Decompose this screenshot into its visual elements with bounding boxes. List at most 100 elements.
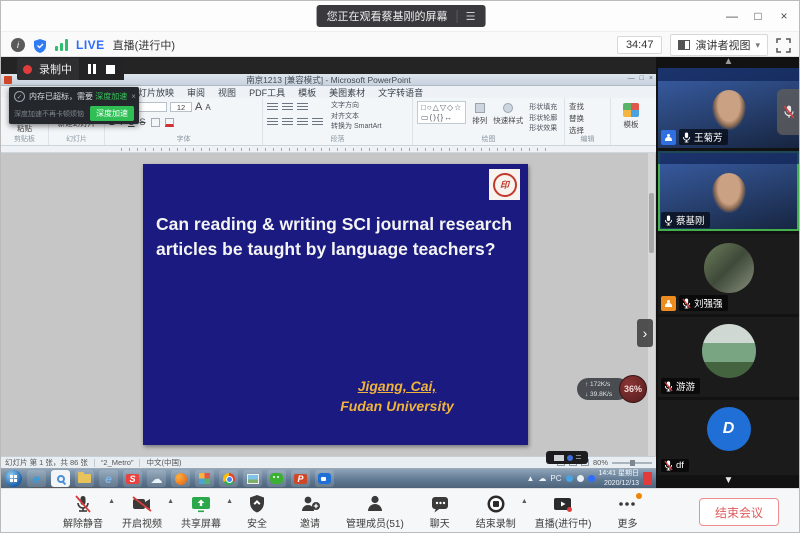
tray-pc-label[interactable]: PC xyxy=(550,474,561,483)
taskbar-folder-icon[interactable] xyxy=(75,470,94,487)
template-button[interactable]: 模板 xyxy=(615,101,647,130)
participant-tile-active-speaker[interactable]: 蔡基刚 xyxy=(658,151,799,231)
end-meeting-button[interactable]: 结束会议 xyxy=(699,498,779,526)
shapes-gallery[interactable]: □○△▽◇☆ ▭(){}↔ xyxy=(417,101,466,124)
ppt-close-button[interactable]: × xyxy=(649,75,653,82)
text-direction-button[interactable]: 文字方向 xyxy=(331,101,382,112)
video-options-caret[interactable]: ▲ xyxy=(167,498,174,505)
participant-tile[interactable]: 游游 xyxy=(658,317,799,397)
pause-recording-button[interactable] xyxy=(88,64,96,74)
stop-recording-button[interactable]: 结束录制 ▲ xyxy=(476,493,516,530)
speed-monitor-widget[interactable]: ↑ 172K/s ↓ 39.8K/s 36% xyxy=(577,375,649,405)
font-size-select[interactable]: 12 xyxy=(170,102,192,112)
taskbar-cloud-icon[interactable]: ☁ xyxy=(147,470,166,487)
zoom-slider[interactable] xyxy=(612,462,652,464)
shape-outline-button[interactable]: 形状轮廓 xyxy=(529,114,557,125)
taskbar-firefox-icon[interactable] xyxy=(171,470,190,487)
maximize-button[interactable]: □ xyxy=(745,1,771,31)
ppt-maximize-button[interactable]: □ xyxy=(640,75,644,82)
start-button[interactable] xyxy=(5,470,22,487)
taskbar-meeting-icon[interactable] xyxy=(315,470,334,487)
tray-calendar-badge-icon[interactable] xyxy=(643,472,652,485)
scroll-down-button[interactable]: ▼ xyxy=(656,476,800,486)
security-button[interactable]: 安全 xyxy=(240,493,274,530)
taskbar-tiles-icon[interactable] xyxy=(195,470,214,487)
justify-icon[interactable] xyxy=(312,118,323,127)
shape-effects-button[interactable]: 形状效果 xyxy=(529,124,557,135)
recording-dot-icon xyxy=(23,65,32,74)
info-icon[interactable]: i xyxy=(11,38,25,52)
minimize-button[interactable]: — xyxy=(719,1,745,31)
unmute-button[interactable]: 解除静音 ▲ xyxy=(63,493,103,530)
participant-tile[interactable]: D df xyxy=(658,400,799,475)
reaction-quickbar[interactable]: ☺ ‹ xyxy=(21,487,109,488)
chat-button[interactable]: 聊天 xyxy=(423,493,457,530)
accelerate-button[interactable]: 深度加速 xyxy=(90,106,134,121)
font-color-button[interactable] xyxy=(165,118,174,127)
hamburger-icon[interactable]: ☰ xyxy=(457,10,476,23)
acceleration-ball[interactable]: 36% xyxy=(619,375,647,403)
close-button[interactable]: × xyxy=(771,1,797,31)
invite-button[interactable]: 邀请 xyxy=(293,493,327,530)
expand-panel-button[interactable]: › xyxy=(637,319,653,347)
smartart-button[interactable]: 转换为 SmartArt xyxy=(331,122,382,133)
align-text-button[interactable]: 对齐文本 xyxy=(331,112,382,123)
align-center-icon[interactable] xyxy=(282,118,293,127)
start-video-button[interactable]: 开启视频 ▲ xyxy=(122,493,162,530)
replace-button[interactable]: 替换 xyxy=(569,113,606,125)
participant-tile[interactable]: 刘强强 xyxy=(658,234,799,314)
taskbar-wechat-icon[interactable] xyxy=(267,470,286,487)
shape-fill-button[interactable]: 形状填充 xyxy=(529,103,557,114)
tray-clock[interactable]: 14:41 星期日 2020/12/13 xyxy=(599,469,639,487)
recording-options-caret[interactable]: ▲ xyxy=(521,498,528,505)
align-right-icon[interactable] xyxy=(297,118,308,127)
arrange-button[interactable]: 排列 xyxy=(472,101,487,126)
language-indicator[interactable]: 中文(中国) xyxy=(146,457,181,468)
grow-font-button[interactable]: A xyxy=(195,101,202,113)
accelerate-link[interactable]: 深度加速 xyxy=(95,92,127,101)
share-options-caret[interactable]: ▲ xyxy=(226,498,233,505)
taskbar-chrome-icon[interactable] xyxy=(219,470,238,487)
align-left-icon[interactable] xyxy=(267,118,278,127)
menu-assets[interactable]: 美图素材 xyxy=(329,86,365,99)
taskbar-photos-icon[interactable] xyxy=(243,470,262,487)
quick-styles-button[interactable]: 快速样式 xyxy=(493,101,523,126)
canvas-scrollbar[interactable] xyxy=(648,153,655,456)
menu-review[interactable]: 审阅 xyxy=(187,86,205,99)
ppt-minimize-button[interactable]: — xyxy=(628,75,635,82)
more-button[interactable]: 更多 xyxy=(610,493,644,530)
taskbar-browser-icon[interactable]: e xyxy=(99,470,118,487)
menu-template[interactable]: 模板 xyxy=(298,86,316,99)
view-mode-button[interactable]: 演讲者视图 ▾ xyxy=(670,34,768,56)
floating-mic-handle[interactable] xyxy=(777,89,800,135)
taskbar-sogou-icon[interactable]: S xyxy=(123,470,142,487)
tray-cloud-icon[interactable]: ☁ xyxy=(538,474,546,483)
mic-options-caret[interactable]: ▲ xyxy=(108,498,115,505)
live-streaming-button[interactable]: 直播(进行中) xyxy=(535,493,592,530)
tray-expand-icon[interactable]: ▲ xyxy=(526,474,534,483)
menu-view[interactable]: 视图 xyxy=(218,86,236,99)
menu-tts[interactable]: 文字转语音 xyxy=(378,86,423,99)
manage-members-button[interactable]: 管理成员(51) xyxy=(346,493,404,530)
find-button[interactable]: 查找 xyxy=(569,101,606,113)
tray-ime-icon[interactable] xyxy=(588,475,595,482)
taskbar-search-icon[interactable] xyxy=(51,470,70,487)
tray-app-icon[interactable] xyxy=(566,475,573,482)
taskbar-powerpoint-icon[interactable]: P xyxy=(291,470,310,487)
share-screen-button[interactable]: 共享屏幕 ▲ xyxy=(181,493,221,530)
presenter-remote-widget[interactable] xyxy=(546,451,588,464)
text-shadow-button[interactable] xyxy=(151,118,160,127)
watching-banner[interactable]: 您正在观看蔡基刚的屏幕 ☰ xyxy=(317,5,486,27)
stop-recording-button[interactable] xyxy=(106,65,115,74)
indent-icon[interactable] xyxy=(297,103,308,112)
bullets-icon[interactable] xyxy=(267,103,278,112)
fullscreen-icon[interactable] xyxy=(776,38,791,53)
scroll-up-button[interactable]: ▲ xyxy=(656,57,800,67)
strikethrough-button[interactable]: S xyxy=(140,117,146,127)
taskbar-ie-icon[interactable]: e xyxy=(27,470,46,487)
shrink-font-button[interactable]: A xyxy=(205,103,210,112)
tray-volume-icon[interactable] xyxy=(577,475,584,482)
numbering-icon[interactable] xyxy=(282,103,293,112)
popup-close-icon[interactable]: × xyxy=(131,92,136,101)
menu-pdf-tools[interactable]: PDF工具 xyxy=(249,86,285,99)
